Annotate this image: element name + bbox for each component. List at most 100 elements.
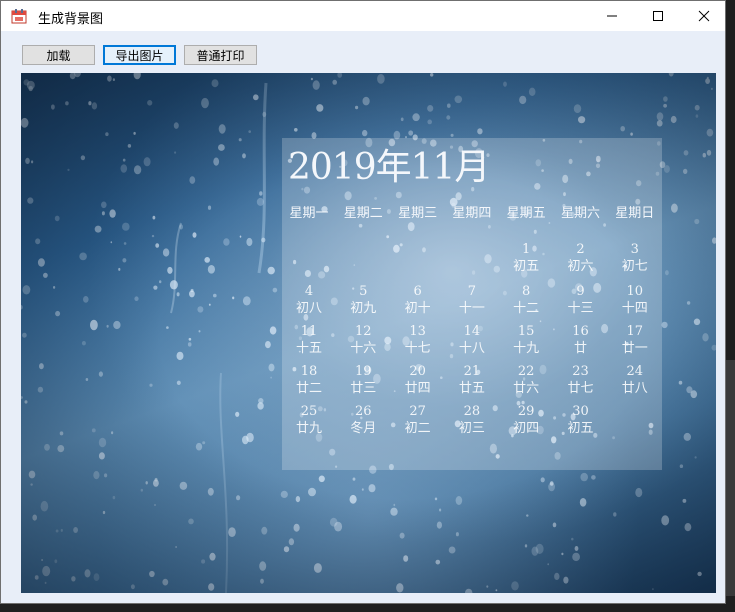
calendar-day: 11 十五	[282, 324, 336, 357]
title-bar[interactable]: 生成背景图	[1, 1, 725, 31]
calendar-day: 5 初九	[336, 284, 390, 317]
day-number: 13	[409, 324, 426, 339]
background-window-edge	[726, 0, 735, 360]
day-number: 5	[359, 284, 368, 299]
calendar-day: 21 廿五	[445, 364, 499, 397]
lunar-date: 初四	[513, 421, 540, 436]
day-number: 9	[576, 284, 585, 299]
minimize-icon	[607, 15, 617, 17]
calendar-day: 12 十六	[336, 324, 390, 357]
weekday-header: 星期日	[615, 206, 655, 221]
day-number: 20	[409, 364, 426, 379]
calendar-panel: 2019年11月 星期一 星期二 星期三 星期四 星期五 星期六 星期日 1 初五 2 初六 3 初七…	[282, 138, 662, 470]
window-title: 生成背景图	[38, 12, 104, 27]
lunar-date: 廿八	[621, 381, 648, 396]
weekday-header: 星期一	[289, 206, 329, 221]
calendar-day: 29 初四	[499, 404, 553, 437]
close-icon	[698, 10, 710, 22]
calendar-day: 16 廿	[554, 324, 608, 357]
calendar-icon	[11, 8, 27, 24]
lunar-date: 十七	[404, 341, 431, 356]
lunar-date: 初七	[621, 259, 648, 274]
maximize-button[interactable]	[635, 1, 681, 31]
calendar-day: 13 十七	[391, 324, 445, 357]
day-number: 24	[626, 364, 644, 379]
lunar-date: 十九	[513, 341, 540, 356]
calendar-day: 10 十四	[608, 284, 662, 317]
day-number: 16	[572, 324, 589, 339]
day-number: 3	[630, 242, 639, 257]
lunar-date: 冬月	[350, 421, 377, 436]
day-number: 30	[572, 404, 589, 419]
day-number: 10	[626, 284, 644, 299]
lunar-date: 初二	[404, 421, 431, 436]
lunar-date: 廿一	[621, 341, 648, 356]
calendar-day: 23 廿七	[554, 364, 608, 397]
weekday-header: 星期二	[343, 206, 383, 221]
print-button[interactable]: 普通打印	[184, 45, 257, 65]
maximize-icon	[653, 11, 663, 21]
calendar-day: 28 初三	[445, 404, 499, 437]
calendar-day: 30 初五	[554, 404, 608, 437]
lunar-date: 廿四	[404, 381, 431, 396]
lunar-date: 十四	[621, 301, 648, 316]
lunar-date: 初十	[404, 301, 431, 316]
day-number: 26	[355, 404, 372, 419]
calendar-day: 19 廿三	[336, 364, 390, 397]
day-number: 1	[522, 242, 531, 257]
calendar-day: 1 初五	[499, 242, 553, 275]
load-button[interactable]: 加载	[22, 45, 95, 65]
day-number: 11	[300, 324, 318, 339]
lunar-date: 十六	[350, 341, 377, 356]
day-number: 21	[463, 364, 481, 379]
lunar-date: 初八	[295, 301, 322, 316]
background-preview: 2019年11月 星期一 星期二 星期三 星期四 星期五 星期六 星期日 1 初五 2 初六 3 初七…	[21, 73, 716, 593]
close-button[interactable]	[681, 1, 727, 31]
calendar-day: 8 十二	[499, 284, 553, 317]
day-number: 27	[409, 404, 426, 419]
calendar-day: 14 十八	[445, 324, 499, 357]
calendar-day: 4 初八	[282, 284, 336, 317]
calendar-title: 2019年11月	[288, 147, 490, 188]
weekday-header: 星期五	[506, 206, 546, 221]
lunar-date: 廿二	[295, 381, 322, 396]
day-number: 7	[467, 284, 477, 299]
app-window: 生成背景图 加载 导出图片 普通打印 20 19年11月 星期一 星期二 星期三 …	[0, 0, 726, 604]
calendar-day: 22 廿六	[499, 364, 553, 397]
lunar-date: 廿六	[513, 381, 540, 396]
day-number: 25	[300, 404, 318, 419]
lunar-date: 初三	[458, 421, 485, 436]
calendar-day: 24 廿八	[608, 364, 662, 397]
day-number: 22	[517, 364, 535, 379]
lunar-date: 初五	[567, 421, 594, 436]
lunar-date: 廿九	[295, 421, 322, 436]
calendar-day: 7 十一	[445, 284, 499, 317]
lunar-date: 初九	[350, 301, 377, 316]
lunar-date: 十三	[567, 301, 594, 316]
weekday-header: 星期四	[452, 206, 492, 221]
lunar-date: 廿七	[567, 381, 594, 396]
lunar-date: 初五	[513, 259, 540, 274]
calendar-day: 3 初七	[608, 242, 662, 275]
calendar-day: 26 冬月	[336, 404, 390, 437]
day-number: 15	[517, 324, 535, 339]
lunar-date: 十八	[458, 341, 485, 356]
day-number: 12	[355, 324, 372, 339]
minimize-button[interactable]	[589, 1, 635, 31]
calendar-day: 6 初十	[391, 284, 445, 317]
calendar-day: 27 初二	[391, 404, 445, 437]
calendar-day: 25 廿九	[282, 404, 336, 437]
weekday-header: 星期六	[560, 206, 600, 221]
export-image-button[interactable]: 导出图片	[103, 45, 176, 65]
day-number: 14	[463, 324, 481, 339]
day-number: 19	[355, 364, 372, 379]
lunar-date: 十一	[458, 301, 485, 316]
calendar-day: 18 廿二	[282, 364, 336, 397]
lunar-date: 廿五	[458, 381, 485, 396]
lunar-date: 初六	[567, 259, 594, 274]
calendar-day: 9 十三	[554, 284, 608, 317]
lunar-date: 十二	[513, 301, 540, 316]
day-number: 29	[517, 404, 535, 419]
lunar-date: 十五	[295, 341, 322, 356]
calendar-day: 20 廿四	[391, 364, 445, 397]
